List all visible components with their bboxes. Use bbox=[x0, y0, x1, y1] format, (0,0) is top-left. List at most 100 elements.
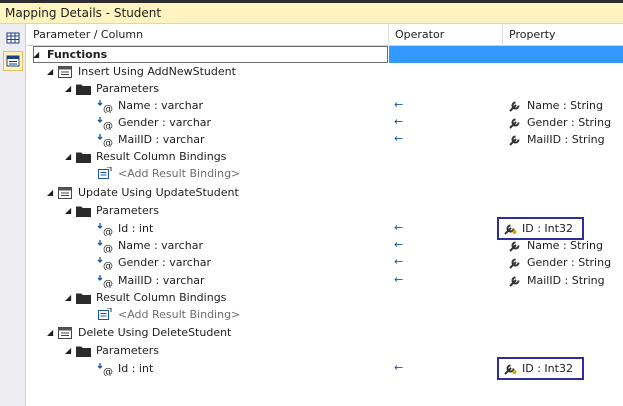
delete-param-row[interactable]: @ Id : int ← ID : Int32 bbox=[27, 357, 623, 380]
result-bindings-label: Result Column Bindings bbox=[96, 291, 227, 304]
wrench-icon bbox=[508, 239, 522, 253]
property-name: Name : String bbox=[527, 99, 603, 112]
folder-icon bbox=[75, 291, 91, 305]
update-param-row[interactable]: @ MailID : varchar ← MailID : String bbox=[27, 272, 623, 289]
wrench-icon bbox=[508, 99, 522, 113]
delete-parameters-row[interactable]: ◢ Parameters bbox=[27, 342, 623, 359]
update-function-label: Update Using UpdateStudent bbox=[78, 186, 239, 199]
wrench-icon bbox=[508, 133, 522, 147]
insert-param-row[interactable]: @ Gender : varchar ← Gender : String bbox=[27, 114, 623, 131]
param-name: Name : varchar bbox=[118, 99, 203, 112]
collapse-triangle-icon[interactable]: ◢ bbox=[47, 188, 57, 197]
parameter-icon: @ bbox=[97, 222, 113, 236]
collapse-triangle-icon[interactable]: ◢ bbox=[65, 206, 75, 215]
collapse-triangle-icon[interactable]: ◢ bbox=[33, 50, 43, 59]
svg-text:@: @ bbox=[103, 244, 113, 253]
window-title-bar: Mapping Details - Student bbox=[0, 0, 623, 24]
update-parameters-row[interactable]: ◢ Parameters bbox=[27, 202, 623, 219]
update-param-row[interactable]: @ Gender : varchar ← Gender : String bbox=[27, 254, 623, 271]
wrench-icon bbox=[508, 116, 522, 130]
table-map-icon bbox=[6, 32, 20, 44]
folder-icon bbox=[75, 204, 91, 218]
window-title: Mapping Details - Student bbox=[5, 6, 162, 20]
function-map-icon bbox=[6, 55, 20, 67]
operator-arrow[interactable]: ← bbox=[394, 98, 403, 111]
function-icon bbox=[57, 65, 73, 79]
parameters-label: Parameters bbox=[96, 82, 159, 95]
property-name: Gender : String bbox=[527, 256, 612, 269]
map-entity-to-tables-button[interactable] bbox=[3, 28, 23, 48]
property-cell-highlighted[interactable]: ID : Int32 bbox=[497, 357, 584, 380]
collapse-triangle-icon[interactable]: ◢ bbox=[65, 346, 75, 355]
collapse-triangle-icon[interactable]: ◢ bbox=[47, 67, 57, 76]
svg-text:@: @ bbox=[103, 138, 113, 147]
collapse-triangle-icon[interactable]: ◢ bbox=[47, 328, 57, 337]
param-name: Gender : varchar bbox=[118, 116, 212, 129]
update-param-row[interactable]: @ Id : int ← ID : Int32 bbox=[27, 217, 623, 240]
property-name: Name : String bbox=[527, 239, 603, 252]
svg-text:@: @ bbox=[103, 104, 113, 113]
header-param-column[interactable]: Parameter / Column bbox=[27, 24, 389, 46]
param-name: Gender : varchar bbox=[118, 256, 212, 269]
operator-arrow[interactable]: ← bbox=[394, 132, 403, 145]
param-name: MailID : varchar bbox=[118, 133, 205, 146]
collapse-triangle-icon[interactable]: ◢ bbox=[65, 293, 75, 302]
operator-arrow[interactable]: ← bbox=[394, 273, 403, 286]
update-result-bindings-row[interactable]: ◢ Result Column Bindings bbox=[27, 289, 623, 306]
property-name: ID : Int32 bbox=[522, 362, 573, 375]
folder-icon bbox=[75, 82, 91, 96]
svg-text:@: @ bbox=[103, 261, 113, 270]
collapse-triangle-icon[interactable]: ◢ bbox=[65, 84, 75, 93]
operator-arrow[interactable]: ← bbox=[394, 115, 403, 128]
update-function-row[interactable]: ◢ Update Using UpdateStudent bbox=[27, 184, 623, 201]
add-binding-icon bbox=[97, 308, 113, 322]
property-name: ID : Int32 bbox=[522, 222, 573, 235]
result-bindings-label: Result Column Bindings bbox=[96, 150, 227, 163]
wrench-icon bbox=[508, 274, 522, 288]
functions-row[interactable]: ◢ Functions bbox=[27, 46, 623, 63]
property-cell[interactable]: MailID : String bbox=[508, 131, 605, 148]
insert-function-label: Insert Using AddNewStudent bbox=[78, 65, 236, 78]
param-name: MailID : varchar bbox=[118, 274, 205, 287]
add-binding-icon bbox=[97, 167, 113, 181]
header-property[interactable]: Property bbox=[503, 24, 623, 46]
parameter-icon: @ bbox=[97, 274, 113, 288]
svg-text:@: @ bbox=[103, 227, 113, 236]
key-property-icon bbox=[503, 362, 517, 376]
property-cell-highlighted[interactable]: ID : Int32 bbox=[497, 217, 584, 240]
property-cell[interactable]: Name : String bbox=[508, 237, 603, 254]
operator-arrow[interactable]: ← bbox=[394, 255, 403, 268]
property-cell[interactable]: Gender : String bbox=[508, 114, 611, 131]
svg-text:@: @ bbox=[103, 279, 113, 288]
svg-text:@: @ bbox=[103, 121, 113, 130]
parameter-icon: @ bbox=[97, 256, 113, 270]
parameter-icon: @ bbox=[97, 362, 113, 376]
header-operator[interactable]: Operator bbox=[389, 24, 503, 46]
update-param-row[interactable]: @ Name : varchar ← Name : String bbox=[27, 237, 623, 254]
collapse-triangle-icon[interactable]: ◢ bbox=[65, 152, 75, 161]
insert-add-binding-row[interactable]: <Add Result Binding> bbox=[27, 165, 623, 182]
delete-function-row[interactable]: ◢ Delete Using DeleteStudent bbox=[27, 324, 623, 341]
selection-highlight bbox=[389, 46, 623, 63]
insert-param-row[interactable]: @ MailID : varchar ← MailID : String bbox=[27, 131, 623, 148]
operator-arrow[interactable]: ← bbox=[394, 221, 403, 234]
add-result-binding[interactable]: <Add Result Binding> bbox=[118, 167, 240, 180]
property-name: MailID : String bbox=[527, 274, 605, 287]
operator-arrow[interactable]: ← bbox=[394, 361, 403, 374]
property-cell[interactable]: Gender : String bbox=[508, 254, 611, 271]
delete-function-label: Delete Using DeleteStudent bbox=[78, 326, 232, 339]
function-icon bbox=[57, 326, 73, 340]
key-property-icon bbox=[503, 222, 517, 236]
insert-parameters-row[interactable]: ◢ Parameters bbox=[27, 80, 623, 97]
insert-function-row[interactable]: ◢ Insert Using AddNewStudent bbox=[27, 63, 623, 80]
insert-param-row[interactable]: @ Name : varchar ← Name : String bbox=[27, 97, 623, 114]
insert-result-bindings-row[interactable]: ◢ Result Column Bindings bbox=[27, 148, 623, 165]
property-cell[interactable]: MailID : String bbox=[508, 272, 605, 289]
parameter-icon: @ bbox=[97, 99, 113, 113]
operator-arrow[interactable]: ← bbox=[394, 238, 403, 251]
map-entity-to-functions-button[interactable] bbox=[3, 51, 23, 71]
add-result-binding[interactable]: <Add Result Binding> bbox=[118, 308, 240, 321]
update-add-binding-row[interactable]: <Add Result Binding> bbox=[27, 306, 623, 323]
property-cell[interactable]: Name : String bbox=[508, 97, 603, 114]
functions-label: Functions bbox=[47, 48, 108, 61]
